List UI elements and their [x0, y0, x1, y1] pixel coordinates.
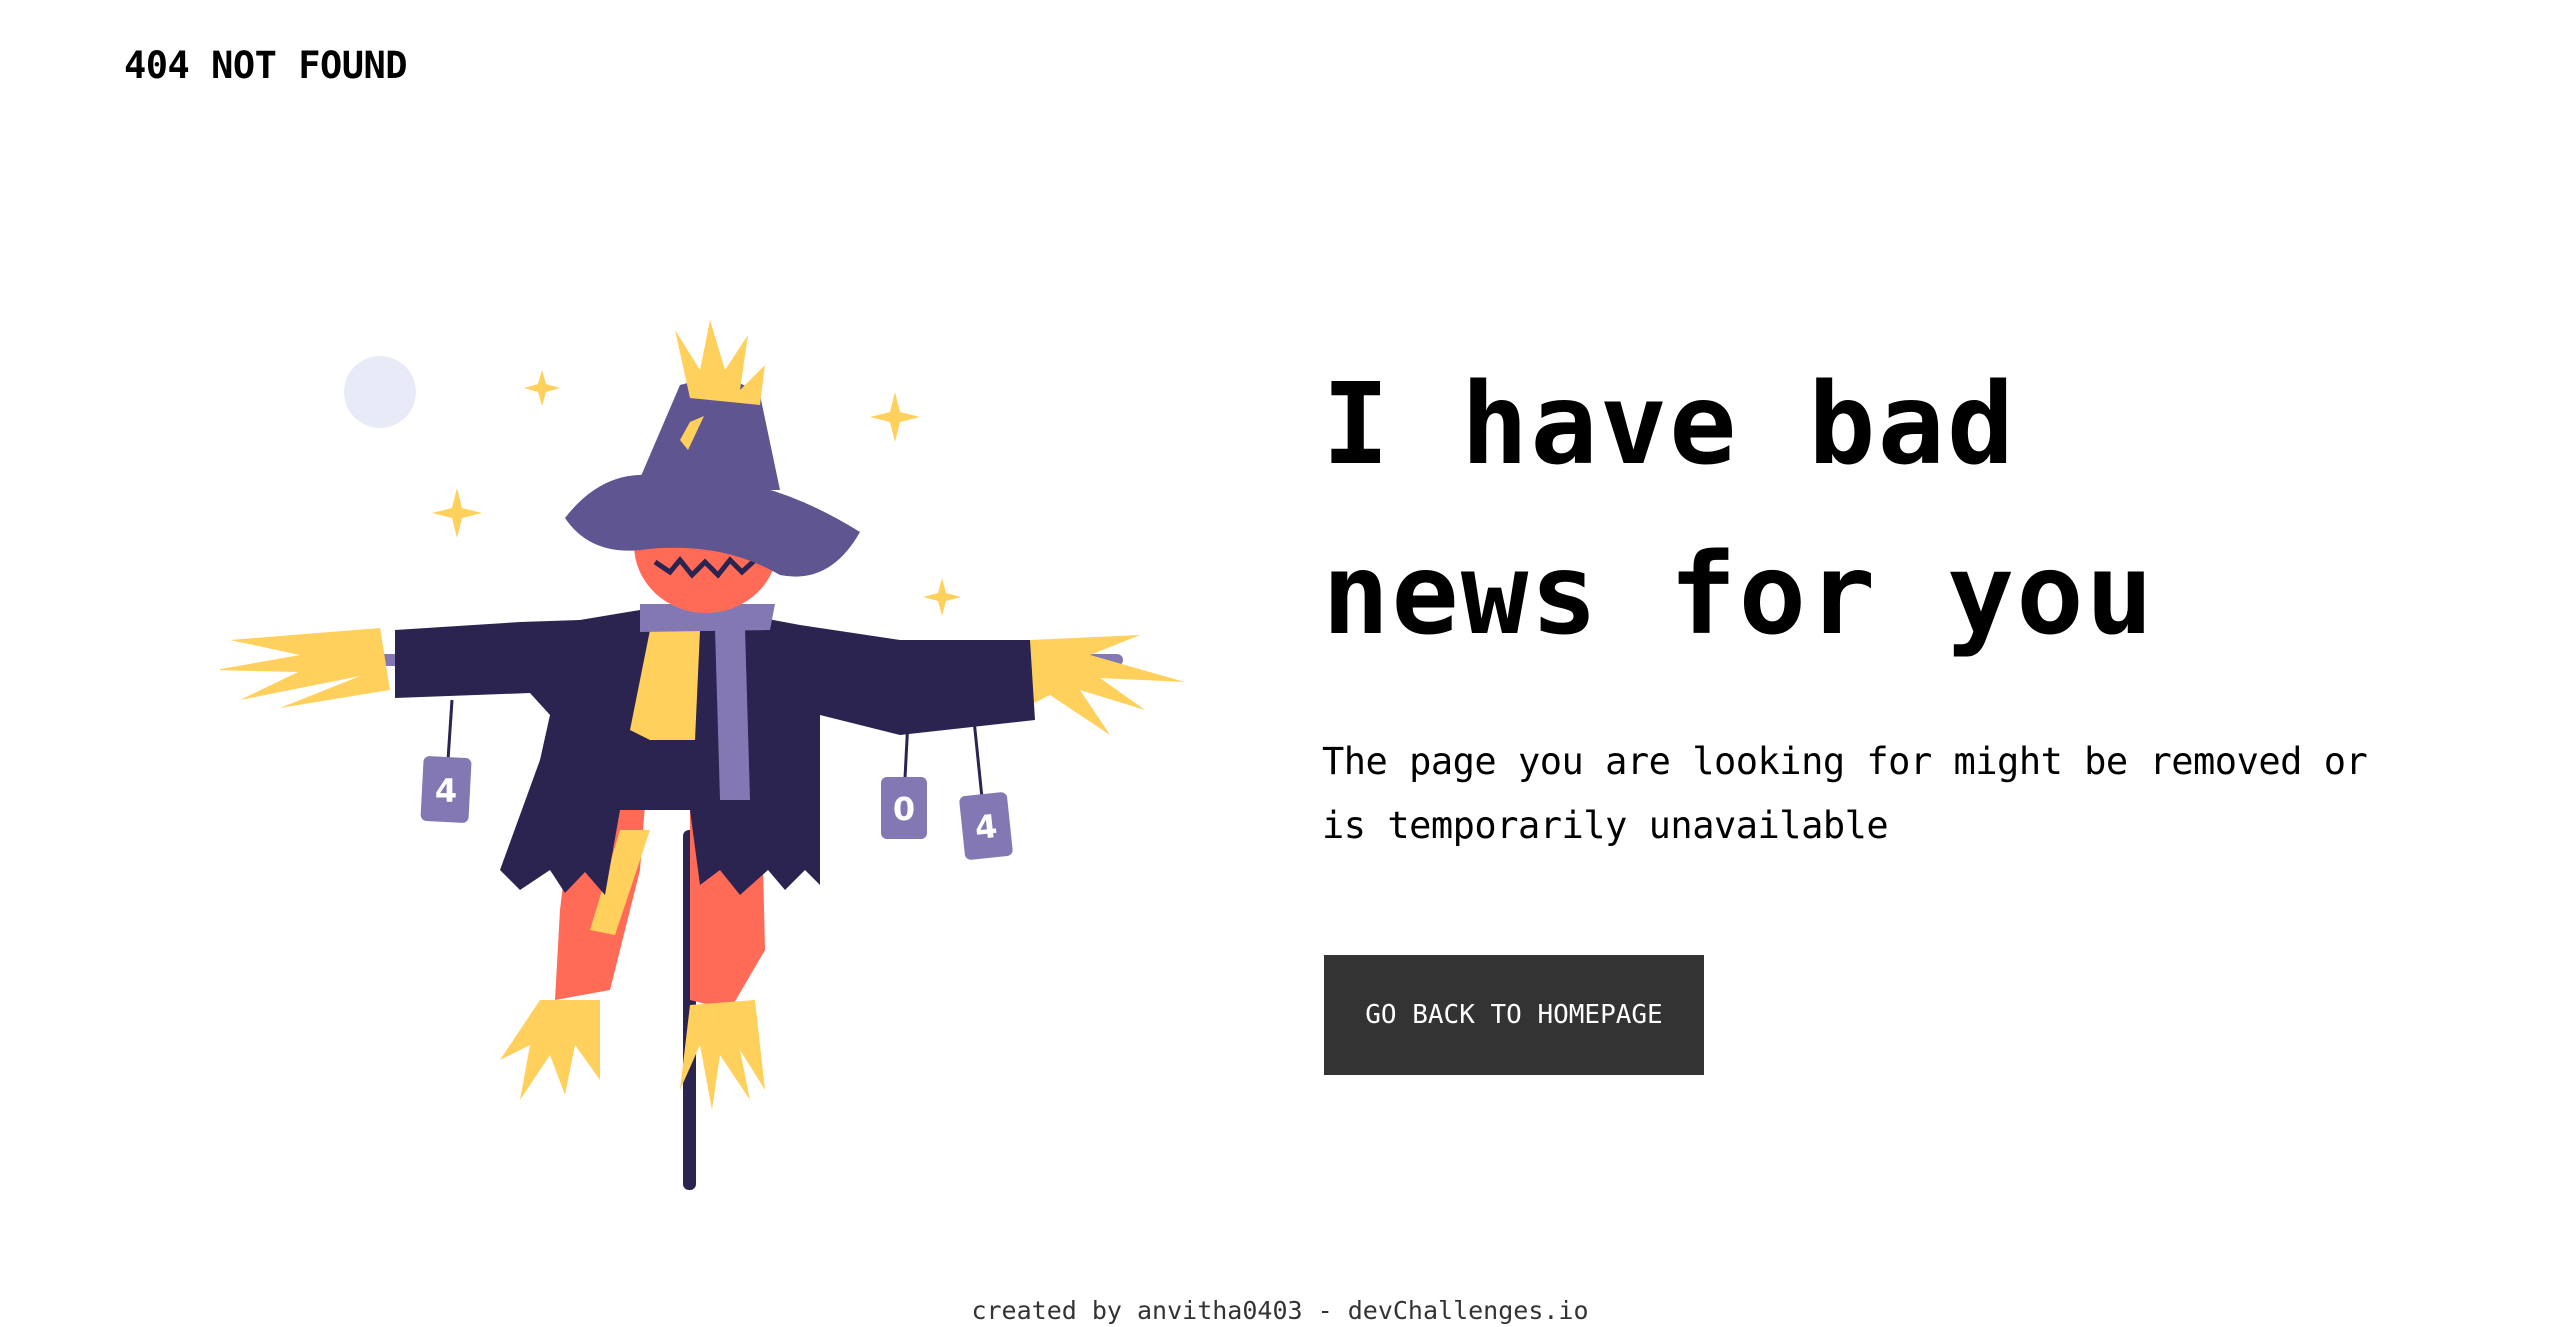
right-hand-straw — [1030, 635, 1185, 735]
can-label-3: 4 — [973, 807, 999, 847]
headline-line-1: I have bad — [1322, 360, 2017, 490]
coat — [395, 610, 1035, 895]
left-hand-straw — [220, 628, 390, 708]
moon-shape — [344, 356, 416, 428]
scarecrow-illustration: 4 0 4 — [220, 310, 1190, 1190]
hat — [565, 320, 860, 577]
main-content: I have bad news for you The page you are… — [1322, 340, 2462, 858]
description: The page you are looking for might be re… — [1322, 740, 2368, 847]
feet-straw — [500, 1000, 765, 1110]
headline-line-2: news for you — [1322, 530, 2156, 660]
headline: I have bad news for you — [1322, 340, 2462, 680]
go-back-homepage-button[interactable]: GO BACK TO HOMEPAGE — [1324, 955, 1704, 1075]
footer-credit: created by anvitha0403 - devChallenges.i… — [971, 1296, 1589, 1325]
brand-title: 404 NOT FOUND — [124, 44, 408, 87]
scarecrow-svg: 4 0 4 — [220, 320, 1185, 1190]
can-label-2: 0 — [893, 790, 915, 828]
can-label-1: 4 — [435, 772, 457, 810]
